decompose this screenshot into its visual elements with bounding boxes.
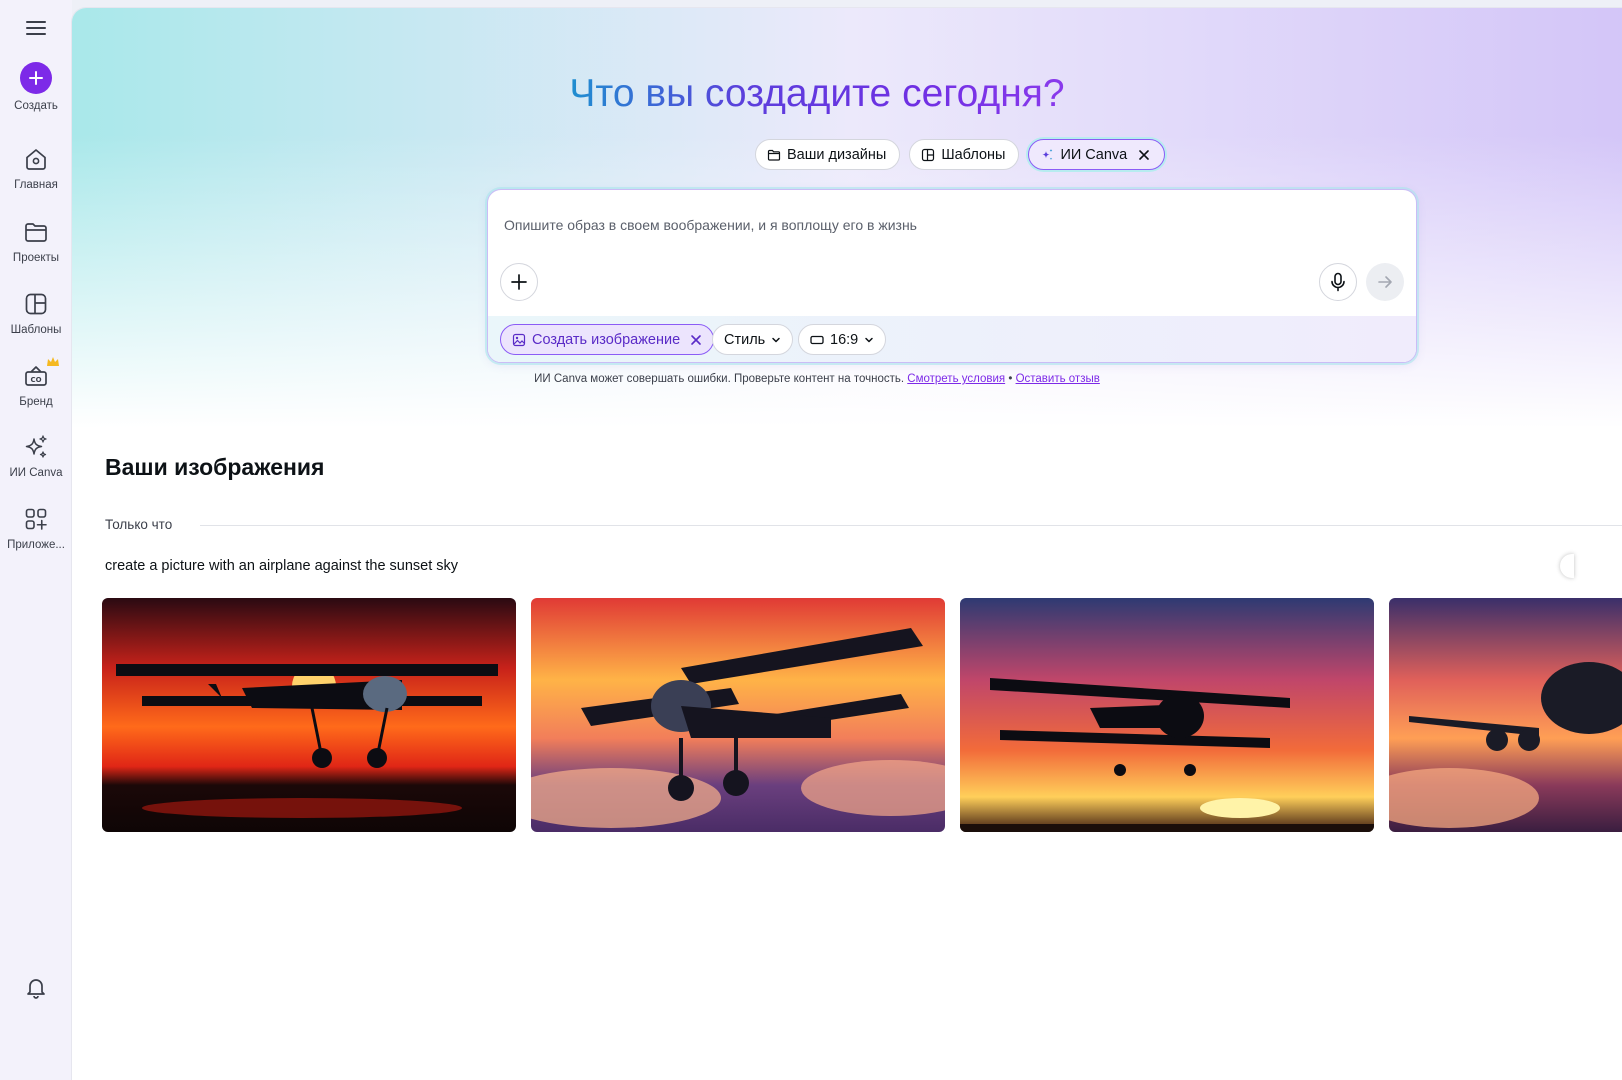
- prompt-box: Создать изображение Стиль 16:9: [487, 189, 1417, 363]
- send-button[interactable]: [1366, 263, 1404, 301]
- page-title: Что вы создадите сегодня?: [569, 72, 1065, 115]
- close-icon[interactable]: [690, 334, 702, 346]
- divider: [200, 525, 1622, 526]
- sidebar-item-label: Проекты: [12, 252, 60, 264]
- microphone-icon: [1331, 272, 1345, 292]
- generated-image[interactable]: [531, 598, 945, 832]
- style-dropdown[interactable]: Стиль: [712, 324, 794, 355]
- sidebar-item-brand[interactable]: CO Бренд: [0, 357, 72, 408]
- aspect-ratio-icon: [810, 335, 824, 344]
- arrow-right-icon: [1378, 276, 1392, 288]
- folder-icon: [767, 149, 781, 161]
- sidebar-item-home[interactable]: Главная: [0, 145, 72, 191]
- sidebar: Создать Главная Проекты Шаблоны CO Бренд: [0, 0, 72, 1080]
- main-panel: Что вы создадите сегодня? Ваши дизайны Ш…: [72, 8, 1622, 1080]
- folder-icon: [25, 223, 47, 242]
- prompt-input[interactable]: [504, 217, 1384, 233]
- aspect-ratio-dropdown[interactable]: 16:9: [798, 324, 887, 355]
- templates-icon: [922, 148, 935, 161]
- plus-icon: [511, 274, 527, 290]
- chevron-down-icon: [772, 337, 780, 342]
- add-attachment-button[interactable]: [500, 263, 538, 301]
- image-icon: [512, 333, 526, 346]
- disclaimer: ИИ Canva может совершать ошибки. Проверь…: [72, 373, 1562, 385]
- templates-icon: [25, 293, 47, 315]
- chip-label: Ваши дизайны: [787, 146, 887, 163]
- generated-image[interactable]: [1389, 598, 1622, 832]
- close-icon[interactable]: [1137, 148, 1151, 162]
- section-title: Ваши изображения: [105, 454, 325, 480]
- crown-icon: [47, 357, 59, 366]
- sidebar-item-projects[interactable]: Проекты: [0, 218, 72, 264]
- terms-link[interactable]: Смотреть условия: [907, 373, 1005, 385]
- scroll-right-button[interactable]: [1560, 554, 1574, 578]
- mode-chips: Ваши дизайны Шаблоны ИИ Canva: [755, 139, 1166, 170]
- chip-canva-ai[interactable]: ИИ Canva: [1028, 139, 1166, 170]
- create-image-label: Создать изображение: [532, 331, 681, 348]
- chip-your-designs[interactable]: Ваши дизайны: [755, 139, 901, 170]
- apps-icon: [25, 508, 47, 530]
- prompt-caption: create a picture with an airplane agains…: [105, 558, 459, 574]
- chip-templates[interactable]: Шаблоны: [909, 139, 1020, 170]
- generated-image[interactable]: [960, 598, 1374, 832]
- generated-image[interactable]: [102, 598, 516, 832]
- disclaimer-text: ИИ Canva может совершать ошибки. Проверь…: [534, 373, 905, 385]
- sidebar-item-label: ИИ Canva: [9, 467, 63, 479]
- group-label: Только что: [105, 517, 173, 532]
- sidebar-item-templates[interactable]: Шаблоны: [0, 290, 72, 336]
- sidebar-item-label: Главная: [14, 179, 58, 191]
- sparkles-icon: [25, 435, 47, 458]
- sidebar-item-label: Приложе...: [7, 539, 65, 551]
- aspect-ratio-label: 16:9: [830, 331, 859, 348]
- sidebar-item-label: Бренд: [19, 396, 53, 408]
- bell-icon: [27, 979, 45, 999]
- svg-text:CO: CO: [30, 376, 41, 384]
- create-image-chip[interactable]: Создать изображение: [500, 324, 715, 355]
- sidebar-item-ai[interactable]: ИИ Canva: [0, 433, 72, 479]
- sparkles-icon: [1042, 148, 1053, 160]
- sidebar-item-create[interactable]: Создать: [0, 62, 72, 112]
- sidebar-item-label: Шаблоны: [10, 324, 62, 336]
- sidebar-item-label: Создать: [14, 100, 58, 112]
- microphone-button[interactable]: [1319, 263, 1357, 301]
- feedback-link[interactable]: Оставить отзыв: [1016, 373, 1100, 385]
- chip-label: ИИ Canva: [1060, 146, 1128, 163]
- notifications-button[interactable]: [0, 973, 72, 1001]
- home-icon: [26, 149, 46, 170]
- separator: •: [1008, 373, 1013, 385]
- sidebar-item-apps[interactable]: Приложе...: [0, 505, 72, 551]
- style-label: Стиль: [724, 331, 766, 348]
- hamburger-icon[interactable]: [24, 18, 48, 38]
- plus-icon: [20, 62, 52, 94]
- chevron-down-icon: [865, 337, 873, 342]
- chip-label: Шаблоны: [941, 146, 1006, 163]
- prompt-toolbar: Создать изображение Стиль 16:9: [488, 316, 1416, 362]
